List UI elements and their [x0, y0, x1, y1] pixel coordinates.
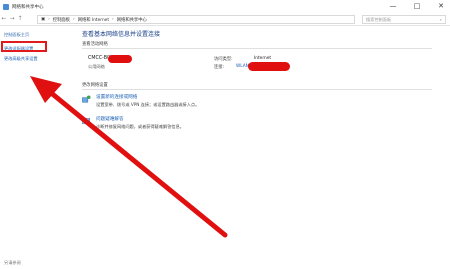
search-placeholder: 搜索控制面板	[366, 16, 392, 22]
maximize-button[interactable]: □	[412, 1, 422, 11]
task-troubleshoot[interactable]: 问题疑难解答 诊断并修复网络问题，或者获得疑难解答信息。	[82, 116, 184, 130]
page-title: 查看基本网络信息并设置连接	[82, 31, 161, 38]
active-networks-label: 查看活动网络	[82, 42, 108, 47]
redaction-mark	[248, 62, 290, 71]
breadcrumb-network-center[interactable]: 网络和共享中心	[117, 17, 147, 23]
task-link[interactable]: 设置新的连接或网络	[96, 94, 199, 100]
see-also-label: 另请参阅	[4, 260, 21, 265]
connection-link[interactable]: WLAN	[236, 64, 249, 69]
connection-label: 连接:	[214, 65, 225, 70]
back-arrow-icon[interactable]: ←	[0, 15, 8, 23]
troubleshoot-icon	[82, 118, 90, 125]
task-desc: 设置宽带、拨号或 VPN 连接；或设置路由器或接入点。	[96, 102, 200, 107]
folder-icon: ▣	[41, 17, 46, 22]
search-input[interactable]: 搜索控制面板 ⌕	[362, 15, 446, 24]
sidebar-item-advanced-sharing[interactable]: 更改高级共享设置	[4, 56, 38, 62]
change-settings-label: 更改网络设置	[82, 83, 108, 88]
section-divider	[82, 89, 432, 90]
network-center-icon	[3, 3, 9, 10]
network-type: 公用网络	[88, 64, 105, 69]
search-icon[interactable]: ⌕	[440, 17, 442, 22]
window-controls: — □ ✕	[388, 1, 446, 11]
sidebar-item-home[interactable]: 控制面板主页	[4, 32, 29, 38]
task-new-connection[interactable]: 设置新的连接或网络 设置宽带、拨号或 VPN 连接；或设置路由器或接入点。	[82, 94, 199, 108]
up-arrow-icon[interactable]: ↑	[16, 15, 24, 23]
breadcrumb[interactable]: ▣ › 控制面板 › 网络和 Internet › 网络和共享中心	[37, 15, 355, 24]
minimize-button[interactable]: —	[388, 1, 398, 11]
annotation-highlight-box	[1, 41, 47, 52]
breadcrumb-control-panel[interactable]: 控制面板	[53, 17, 70, 23]
address-bar: ← → ↑ ▣ › 控制面板 › 网络和 Internet › 网络和共享中心 …	[0, 13, 450, 26]
access-type-label: 访问类型:	[214, 57, 233, 62]
new-connection-icon	[82, 95, 91, 103]
task-link[interactable]: 问题疑难解答	[96, 116, 184, 122]
access-type-value: Internet	[254, 56, 272, 61]
forward-arrow-icon[interactable]: →	[8, 15, 16, 23]
breadcrumb-network-internet[interactable]: 网络和 Internet	[78, 17, 109, 23]
sidebar: 控制面板主页 更改适配器设置 更改高级共享设置 另请参阅	[0, 26, 60, 269]
main-content: 查看基本网络信息并设置连接 查看活动网络 CMCC-B0U 公用网络 访问类型:…	[82, 26, 442, 266]
task-desc: 诊断并修复网络问题，或者获得疑难解答信息。	[96, 124, 184, 129]
title-bar: 网络和共享中心 — □ ✕	[0, 0, 450, 13]
window-title: 网络和共享中心	[12, 4, 44, 10]
close-button[interactable]: ✕	[436, 1, 446, 11]
section-divider	[82, 48, 432, 49]
redaction-mark	[108, 55, 132, 63]
